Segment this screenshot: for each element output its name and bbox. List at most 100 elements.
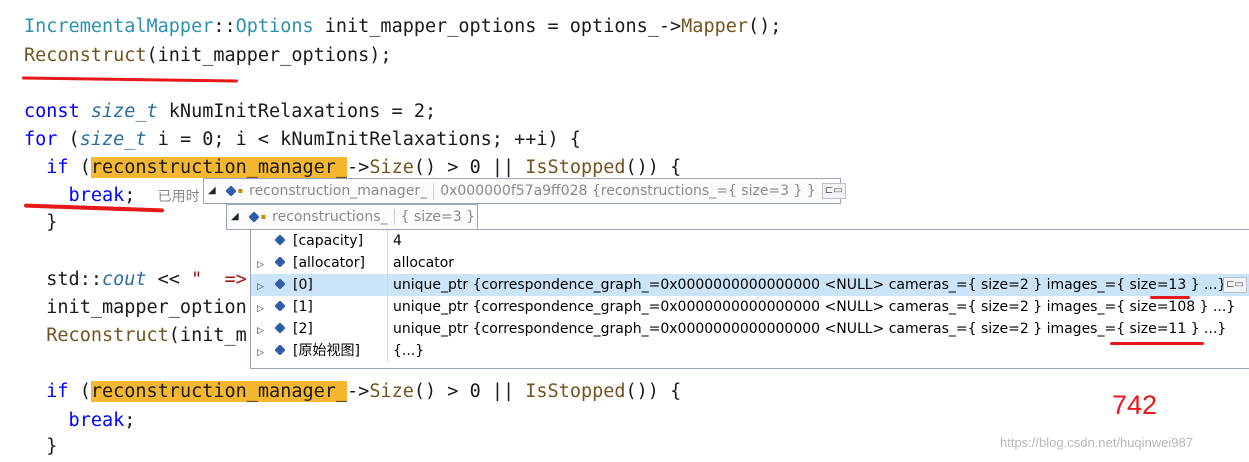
code-token: ; bbox=[124, 185, 136, 206]
pin-icon[interactable]: ⊏▭ bbox=[1223, 277, 1247, 293]
datatip-value: { size=3 } bbox=[400, 209, 476, 225]
code-token: const bbox=[24, 101, 91, 122]
code-token: IsStopped bbox=[525, 157, 626, 178]
field-icon bbox=[274, 278, 286, 290]
row-value: unique_ptr {correspondence_graph_=0x0000… bbox=[393, 277, 1227, 293]
column-divider bbox=[387, 274, 388, 296]
highlighted-identifier[interactable]: reconstruction_manager_ bbox=[90, 157, 348, 178]
code-token: :: bbox=[213, 16, 236, 37]
row-value: unique_ptr {correspondence_graph_=0x0000… bbox=[393, 321, 1227, 337]
code-token: } bbox=[24, 212, 58, 233]
column-divider bbox=[387, 340, 388, 362]
expand-triangle-icon[interactable]: ▷ bbox=[257, 342, 269, 364]
column-divider bbox=[387, 252, 388, 274]
annotation-number: 742 bbox=[1112, 390, 1158, 420]
code-token: } bbox=[24, 436, 58, 457]
code-token: Reconstruct bbox=[24, 45, 147, 66]
red-underline-size-108 bbox=[1150, 296, 1190, 299]
datatip-reconstructions[interactable]: ◢ ▪ reconstructions_ { size=3 } bbox=[226, 204, 478, 230]
code-token: Size bbox=[369, 157, 414, 178]
row-name: [2] bbox=[293, 321, 313, 337]
datatip-children-list: [capacity] 4 ▷ [allocator] allocator ▷ [0]… bbox=[250, 229, 1249, 369]
code-token: (init_m bbox=[168, 325, 247, 346]
row-value: {...} bbox=[393, 343, 425, 359]
code-line-16: } bbox=[24, 436, 57, 458]
code-token: () > 0 || bbox=[413, 381, 526, 402]
code-line-2: Reconstruct(init_mapper_options); bbox=[24, 45, 392, 67]
expand-triangle-icon[interactable]: ▷ bbox=[257, 254, 269, 276]
collapse-triangle-icon[interactable]: ◢ bbox=[208, 180, 216, 202]
field-icon bbox=[274, 256, 286, 268]
field-icon bbox=[274, 234, 286, 246]
list-item-selected[interactable]: ▷ [0] unique_ptr {correspondence_graph_=0… bbox=[251, 274, 1249, 296]
datatip-name: reconstruction_manager_ bbox=[249, 183, 428, 199]
list-item[interactable]: ▷ [1] unique_ptr {correspondence_graph_=0… bbox=[251, 296, 1249, 318]
datatip-reconstruction-manager[interactable]: ◢ ▪ reconstruction_manager_ 0x000000f57a… bbox=[203, 178, 846, 204]
code-token: IsStopped bbox=[525, 381, 626, 402]
code-token: if bbox=[24, 157, 69, 178]
code-line-6: if (reconstruction_manager_->Size() > 0 … bbox=[24, 157, 681, 179]
code-token: Mapper bbox=[681, 16, 748, 37]
expand-triangle-icon[interactable]: ▷ bbox=[257, 320, 269, 342]
code-line-15: break; bbox=[24, 410, 136, 432]
code-token: -> bbox=[347, 157, 370, 178]
row-name: [capacity] bbox=[293, 233, 364, 249]
code-token: " => bbox=[191, 269, 247, 290]
list-item[interactable]: ▷ [原始视图] {...} bbox=[251, 340, 1249, 362]
lock-icon: ▪ bbox=[237, 186, 244, 195]
code-line-1: IncrementalMapper::Options init_mapper_o… bbox=[24, 16, 781, 38]
code-token: ( bbox=[68, 381, 91, 402]
code-token: size_t bbox=[90, 101, 158, 122]
row-name: [1] bbox=[293, 299, 313, 315]
code-token: break bbox=[24, 410, 125, 431]
code-token: Size bbox=[369, 381, 414, 402]
code-token: Options bbox=[235, 16, 314, 37]
collapse-triangle-icon[interactable]: ◢ bbox=[231, 206, 239, 228]
row-value: allocator bbox=[393, 255, 455, 271]
code-line-12: Reconstruct(init_m bbox=[24, 325, 247, 347]
code-token: -> bbox=[347, 381, 370, 402]
list-item[interactable]: ▷ [2] unique_ptr {correspondence_graph_=0… bbox=[251, 318, 1249, 340]
code-line-14: if (reconstruction_manager_->Size() > 0 … bbox=[24, 381, 681, 403]
expand-triangle-icon[interactable]: ▷ bbox=[257, 298, 269, 320]
column-divider bbox=[387, 318, 388, 340]
code-token: ; bbox=[124, 410, 136, 431]
variable-icon bbox=[248, 211, 260, 223]
column-divider bbox=[387, 230, 388, 252]
red-underline-reconstruct bbox=[21, 76, 239, 83]
expand-triangle-icon[interactable]: ▷ bbox=[257, 276, 269, 298]
list-item[interactable]: ▷ [allocator] allocator bbox=[251, 252, 1249, 274]
code-line-8: } bbox=[24, 212, 57, 234]
row-name: [allocator] bbox=[293, 255, 365, 271]
list-item[interactable]: [capacity] 4 bbox=[251, 230, 1249, 252]
field-icon bbox=[274, 322, 286, 334]
row-value: unique_ptr {correspondence_graph_=0x0000… bbox=[393, 299, 1236, 315]
code-token: IncrementalMapper bbox=[24, 16, 214, 37]
code-token: Reconstruct bbox=[24, 325, 169, 346]
row-name: [0] bbox=[293, 277, 313, 293]
elapsed-time-hint: 已用时 bbox=[157, 189, 200, 205]
code-token: for bbox=[24, 129, 58, 150]
highlighted-identifier[interactable]: reconstruction_manager_ bbox=[90, 381, 348, 402]
code-line-4: const size_t kNumInitRelaxations = 2; bbox=[24, 101, 436, 123]
field-icon bbox=[274, 344, 286, 356]
code-token: i = 0; i < kNumInitRelaxations; ++i) { bbox=[146, 129, 581, 150]
code-line-11: init_mapper_option bbox=[24, 297, 247, 319]
datatip-name: reconstructions_ bbox=[272, 209, 388, 225]
code-token: break bbox=[24, 185, 125, 206]
code-token: init_mapper_option bbox=[24, 297, 247, 318]
code-line-10: std::cout << " => bbox=[24, 269, 247, 291]
code-token: init_mapper_options = options_-> bbox=[313, 16, 682, 37]
code-token: ()) { bbox=[625, 381, 682, 402]
row-name: [原始视图] bbox=[293, 343, 360, 359]
watermark: https://blog.csdn.net/huqinwei987 bbox=[1000, 435, 1193, 450]
column-divider bbox=[387, 296, 388, 318]
code-token: ( bbox=[68, 157, 91, 178]
code-token: cout bbox=[101, 269, 147, 290]
datatip-value: 0x000000f57a9ff028 {reconstructions_={ s… bbox=[440, 183, 816, 199]
red-underline-size-11 bbox=[1110, 342, 1204, 345]
code-token: (init_mapper_options); bbox=[146, 45, 392, 66]
code-line-5: for (size_t i = 0; i < kNumInitRelaxatio… bbox=[24, 129, 581, 151]
code-token: (); bbox=[748, 16, 782, 37]
pin-icon[interactable]: ⊏▭ bbox=[821, 183, 846, 199]
